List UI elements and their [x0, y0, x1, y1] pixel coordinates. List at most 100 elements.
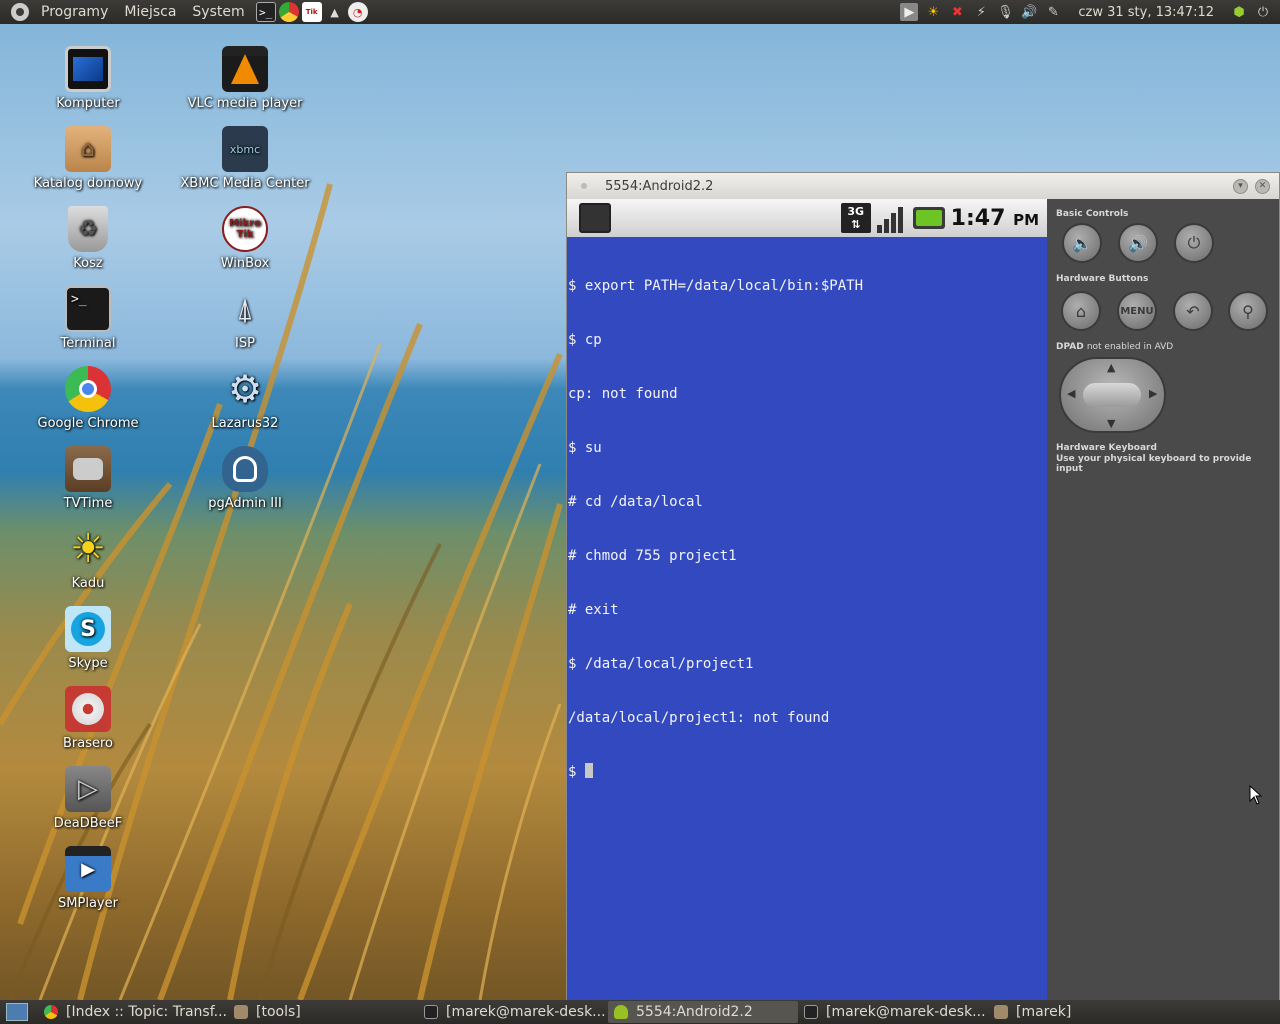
search-button[interactable]: ⚲	[1228, 291, 1268, 331]
terminal-icon[interactable]: >_	[255, 2, 276, 22]
desktop-icon-pgadmin[interactable]: pgAdmin III	[175, 446, 315, 511]
mikrotik-icon[interactable]: Tik	[301, 2, 322, 22]
desktop-icon-label: pgAdmin III	[208, 496, 282, 511]
desktop-icon-komputer[interactable]: Komputer	[18, 46, 158, 111]
terminal-line: # cd /data/local	[568, 494, 703, 510]
dial-icon[interactable]: ◔	[347, 2, 368, 22]
power-button[interactable]: ⏻	[1174, 223, 1214, 263]
desktop-icon-home[interactable]: ⌂ Katalog domowy	[18, 126, 158, 191]
terminal-line: # chmod 755 project1	[568, 548, 737, 564]
dropbox-icon[interactable]: ✖	[948, 3, 966, 21]
desktop-icon-chrome[interactable]: Google Chrome	[18, 366, 158, 431]
show-desktop-icon[interactable]	[6, 1003, 28, 1021]
clapper-icon: ▶	[65, 846, 111, 892]
chrome-icon[interactable]	[278, 2, 299, 22]
android-statusbar: 3G ⇅ 1:47 PM	[567, 199, 1047, 237]
taskbar-item[interactable]: [marek@marek-desk...	[418, 1001, 608, 1023]
android-ampm: PM	[1013, 210, 1039, 229]
microphone-icon[interactable]: 🎙	[996, 3, 1014, 21]
desktop-icon-vlc[interactable]: VLC media player	[175, 46, 315, 111]
isp-icon[interactable]: ▲	[325, 2, 345, 22]
top-panel: Programy Miejsca System >_ Tik ▲ ◔ ▶ ☀ ✖…	[0, 0, 1280, 24]
dpad-left-icon[interactable]: ◀	[1067, 387, 1075, 400]
power-icon[interactable]: ⏻	[1254, 3, 1272, 21]
volume-icon[interactable]: 🔊	[1020, 3, 1038, 21]
back-button[interactable]: ↶	[1173, 291, 1213, 331]
network-icon[interactable]: ⚡	[972, 3, 990, 21]
network-3g-icon: 3G ⇅	[840, 203, 871, 233]
window-titlebar[interactable]: 5554:Android2.2 ▾ ✕	[567, 173, 1279, 199]
dpad-down-icon[interactable]: ▼	[1107, 417, 1115, 430]
taskbar-item-label: [marek@marek-desk...	[446, 1004, 606, 1020]
taskbar-item[interactable]: [marek@marek-desk...	[798, 1001, 988, 1023]
desktop-icon-label: Brasero	[62, 736, 113, 751]
gear-icon: ⚙	[227, 367, 263, 411]
android-icon[interactable]: ⬢	[1230, 3, 1248, 21]
terminal-output[interactable]: $ export PATH=/data/local/bin:$PATH $ cp…	[567, 237, 1047, 817]
desktop-icon-label: Terminal	[60, 336, 116, 351]
dpad-center[interactable]	[1083, 383, 1141, 407]
taskbar-item-active[interactable]: 5554:Android2.2	[608, 1001, 798, 1023]
desktop-icon-label: Kadu	[71, 576, 105, 591]
hardware-buttons-label: Hardware Buttons	[1056, 274, 1149, 284]
desktop-icon-label: XBMC Media Center	[180, 176, 310, 191]
system-tray: ▶ ☀ ✖ ⚡ 🎙 🔊 ✎ czw 31 sty, 13:47:12 ⬢ ⏻	[900, 3, 1280, 21]
desktop-icon-kosz[interactable]: ♻ Kosz	[18, 206, 158, 271]
minimize-icon[interactable]: ▾	[1233, 178, 1248, 194]
desktop-icon-terminal[interactable]: >_ Terminal	[18, 286, 158, 351]
taskbar-item[interactable]: [tools]	[228, 1001, 418, 1023]
terminal-prompt: $	[568, 764, 585, 780]
volume-up-button[interactable]: 🔊	[1118, 223, 1158, 263]
terminal-line: $ export PATH=/data/local/bin:$PATH	[568, 278, 864, 294]
dpad-right-icon[interactable]: ▶	[1149, 387, 1157, 400]
clock[interactable]: czw 31 sty, 13:47:12	[1068, 5, 1224, 20]
menu-miejsca[interactable]: Miejsca	[116, 0, 184, 24]
desktop-icon-label: DeaDBeeF	[53, 816, 123, 831]
desktop-icon-kadu[interactable]: ☀ Kadu	[18, 526, 158, 591]
window-menu-icon[interactable]	[581, 183, 587, 189]
network-type: 3G	[847, 205, 865, 218]
close-icon[interactable]: ✕	[1255, 178, 1270, 194]
dpad[interactable]: ▲ ▼ ◀ ▶	[1059, 357, 1166, 433]
terminal-line: $ /data/local/project1	[568, 656, 754, 672]
terminal-prompt-line[interactable]: $	[568, 763, 1047, 781]
home-folder-icon: ⌂	[65, 126, 111, 172]
desktop-icon-brasero[interactable]: Brasero	[18, 686, 158, 751]
taskbar-item[interactable]: [marek]	[988, 1001, 1178, 1023]
desktop-icon-winbox[interactable]: Mikro Tik WinBox	[175, 206, 315, 271]
play-icon: ▷	[65, 766, 111, 812]
android-clock: 1:47 PM	[951, 206, 1039, 231]
taskbar-item-label: [marek]	[1016, 1004, 1072, 1020]
volume-down-button[interactable]: 🔈	[1062, 223, 1102, 263]
desktop-icon-label: ISP	[235, 336, 255, 351]
disc-icon	[65, 686, 111, 732]
dpad-note: not enabled in AVD	[1086, 342, 1174, 352]
menu-button[interactable]: MENU	[1117, 291, 1157, 331]
desktop-icon-tvtime[interactable]: TVTime	[18, 446, 158, 511]
taskbar-item-label: [marek@marek-desk...	[826, 1004, 986, 1020]
media-icon[interactable]: ▶	[900, 3, 919, 21]
menu-programy[interactable]: Programy	[33, 0, 116, 24]
terminal-line: # exit	[568, 602, 619, 618]
taskbar-item-label: [Index :: Topic: Transf...	[66, 1004, 227, 1020]
chrome-icon	[65, 366, 111, 412]
ubuntu-logo-icon[interactable]	[11, 3, 29, 21]
desktop-icon-skype[interactable]: S Skype	[18, 606, 158, 671]
home-button[interactable]: ⌂	[1061, 291, 1101, 331]
pencil-icon[interactable]: ✎	[1044, 3, 1062, 21]
dpad-up-icon[interactable]: ▲	[1107, 361, 1115, 374]
tv-icon	[65, 446, 111, 492]
vlc-cone-icon	[222, 46, 268, 92]
desktop-icon-smplayer[interactable]: ▶ SMPlayer	[18, 846, 158, 911]
desktop-icon-deadbeef[interactable]: ▷ DeaDBeeF	[18, 766, 158, 831]
desktop-icon-xbmc[interactable]: xbmc XBMC Media Center	[175, 126, 315, 191]
desktop-icon-label: TVTime	[63, 496, 113, 511]
desktop-icon-isp[interactable]: ⍋ ISP	[175, 286, 315, 352]
taskbar-item[interactable]: [Index :: Topic: Transf...	[38, 1001, 228, 1023]
android-time: 1:47	[950, 205, 1006, 231]
menu-system[interactable]: System	[184, 0, 252, 24]
hardware-keyboard-label: Hardware Keyboard	[1056, 443, 1157, 453]
android-screen[interactable]: 3G ⇅ 1:47 PM $ export PATH=/data/local/bi…	[567, 199, 1047, 1000]
weather-icon[interactable]: ☀	[924, 3, 942, 21]
desktop-icon-lazarus[interactable]: ⚙ Lazarus32	[175, 366, 315, 431]
